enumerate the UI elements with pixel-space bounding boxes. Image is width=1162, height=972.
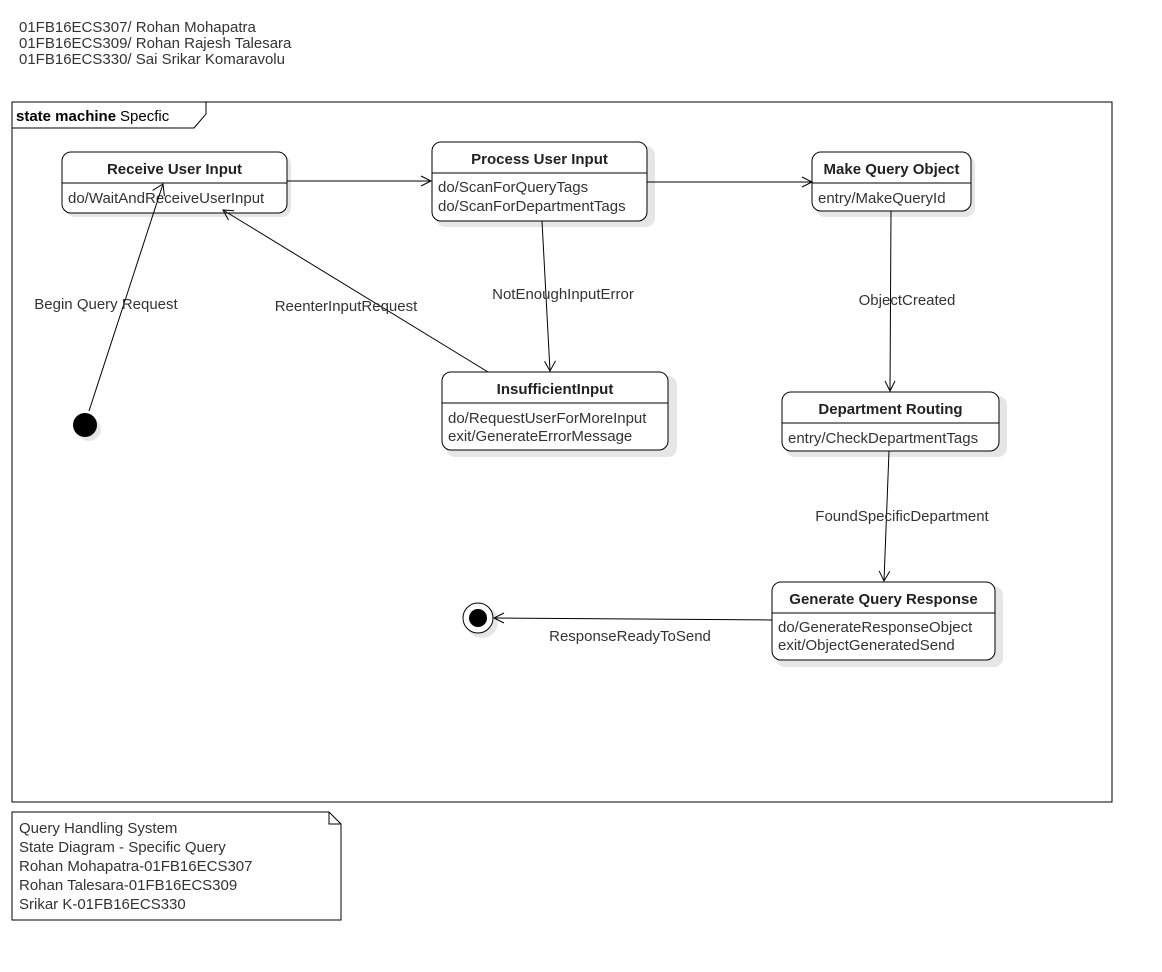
frame-name: Specfic bbox=[120, 108, 170, 125]
diagram-canvas: 01FB16ECS307/ Rohan Mohapatra 01FB16ECS3… bbox=[0, 0, 1162, 972]
state-title: Department Routing bbox=[818, 401, 962, 418]
state-title: Process User Input bbox=[471, 151, 608, 168]
frame-label: state machine Specfic bbox=[16, 108, 170, 125]
label-response-ready-to-send: ResponseReadyToSend bbox=[549, 628, 711, 645]
note-text: Query Handling System State Diagram - Sp… bbox=[19, 819, 252, 914]
frame-keyword: state machine bbox=[16, 108, 116, 125]
state-activity: entry/MakeQueryId bbox=[818, 190, 946, 207]
label-reenter-input-request: ReenterInputRequest bbox=[275, 298, 418, 315]
note-line: Query Handling System bbox=[19, 820, 178, 837]
state-generate-query-response[interactable]: Generate Query Response do/GenerateRespo… bbox=[771, 581, 996, 661]
state-activity: do/ScanForQueryTags bbox=[438, 179, 588, 196]
state-title: Make Query Object bbox=[824, 161, 960, 178]
state-receive-user-input[interactable]: Receive User Input do/WaitAndReceiveUser… bbox=[61, 151, 288, 214]
state-title: Receive User Input bbox=[107, 161, 242, 178]
label-object-created: ObjectCreated bbox=[859, 292, 956, 309]
state-title: Generate Query Response bbox=[789, 591, 977, 608]
note-line: Rohan Talesara-01FB16ECS309 bbox=[19, 877, 238, 894]
label-not-enough-input-error: NotEnoughInputError bbox=[492, 286, 634, 303]
transition-reenter-arrow bbox=[222, 209, 489, 373]
initial-state bbox=[73, 413, 97, 437]
state-process-user-input[interactable]: Process User Input do/ScanForQueryTags d… bbox=[431, 141, 648, 222]
state-activity: entry/CheckDepartmentTags bbox=[788, 430, 978, 447]
state-activity: do/RequestUserForMoreInput bbox=[448, 410, 647, 427]
final-state bbox=[462, 602, 494, 634]
transition-response-ready-arrow bbox=[493, 617, 773, 621]
note-line: Rohan Mohapatra-01FB16ECS307 bbox=[19, 858, 253, 875]
state-insufficient-input[interactable]: InsufficientInput do/RequestUserForMoreI… bbox=[441, 371, 669, 451]
note-line: Srikar K-01FB16ECS330 bbox=[19, 896, 186, 913]
state-activity: do/WaitAndReceiveUserInput bbox=[68, 190, 265, 207]
state-department-routing[interactable]: Department Routing entry/CheckDepartment… bbox=[781, 391, 1000, 452]
state-activity: exit/GenerateErrorMessage bbox=[448, 428, 632, 445]
label-begin-query-request: Begin Query Request bbox=[34, 296, 178, 313]
state-activity: do/GenerateResponseObject bbox=[778, 619, 973, 636]
state-title: InsufficientInput bbox=[497, 381, 614, 398]
state-activity: exit/ObjectGeneratedSend bbox=[778, 637, 955, 654]
label-found-specific-department: FoundSpecificDepartment bbox=[815, 508, 989, 525]
state-make-query-object[interactable]: Make Query Object entry/MakeQueryId bbox=[811, 151, 972, 212]
note-line: State Diagram - Specific Query bbox=[19, 839, 226, 856]
state-activity: do/ScanForDepartmentTags bbox=[438, 198, 626, 215]
